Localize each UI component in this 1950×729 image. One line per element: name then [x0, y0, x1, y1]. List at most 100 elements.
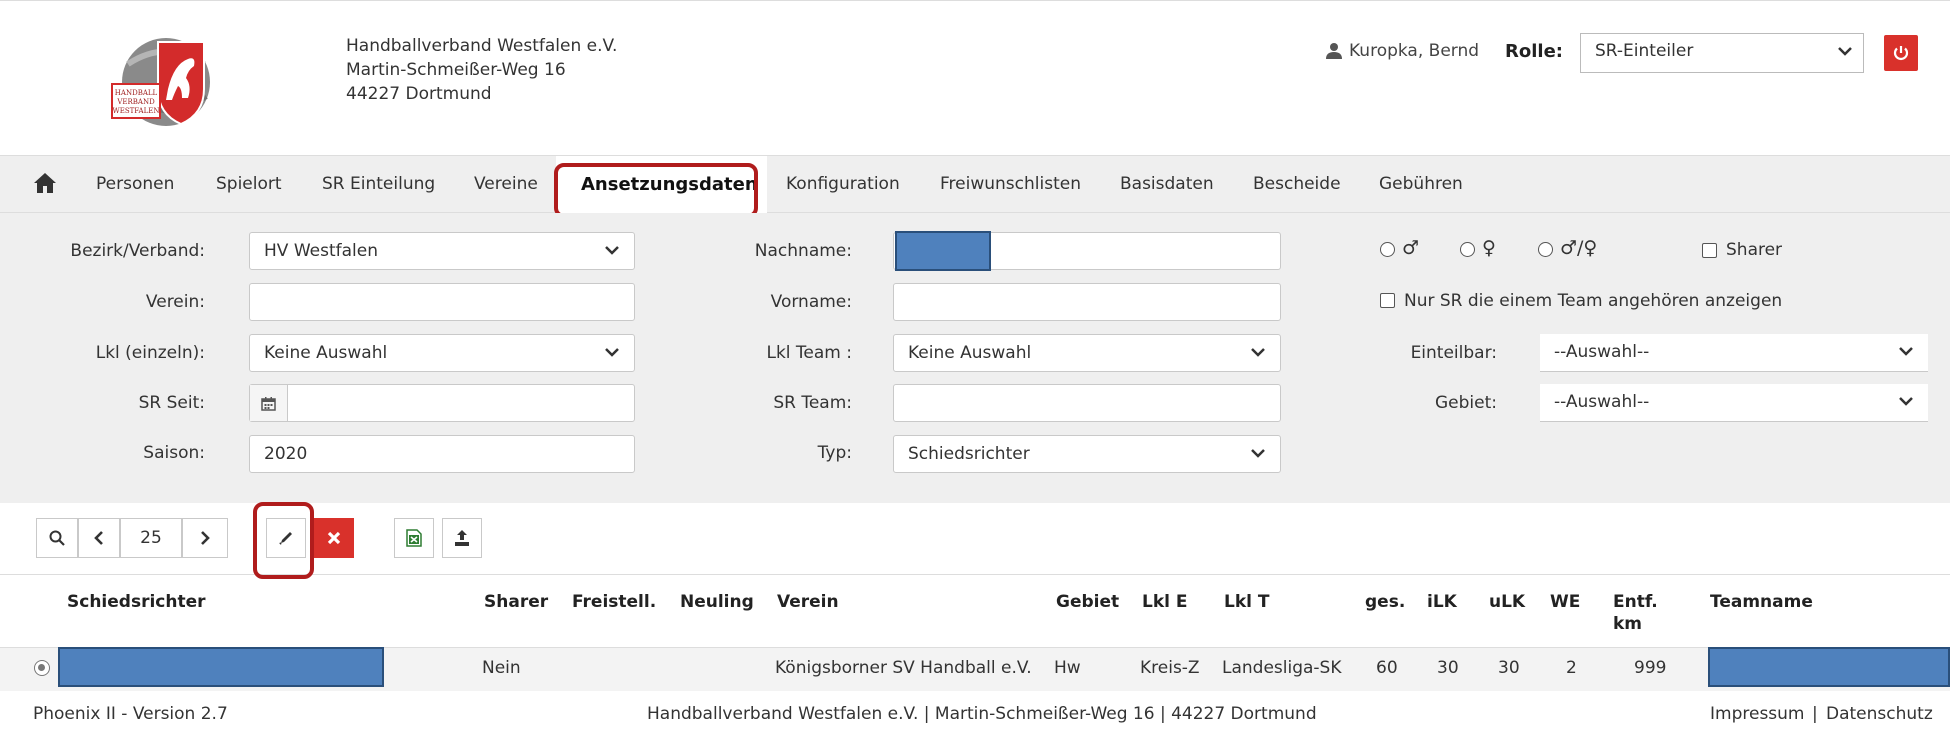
redacted-nachname [895, 231, 991, 271]
nur-sr-team-checkbox[interactable] [1380, 293, 1395, 308]
sr-seit-input[interactable] [249, 384, 635, 422]
redacted-teamname [1708, 647, 1950, 687]
verband-logo: HANDBALL VERBAND WESTFALEN [111, 38, 210, 126]
main-nav: Personen Spielort SR Einteilung Vereine … [0, 155, 1950, 214]
chevron-down-icon [1251, 348, 1265, 357]
einteilbar-select[interactable]: --Auswahl-- [1540, 334, 1928, 372]
saison-input[interactable]: 2020 [249, 435, 635, 473]
prev-page-button[interactable] [78, 518, 120, 558]
lkl-einzeln-select[interactable]: Keine Auswahl [249, 334, 635, 372]
female-symbol: ♀ [1482, 237, 1496, 259]
col-header-ges[interactable]: ges. [1365, 591, 1405, 613]
gebiet-select-value: --Auswahl-- [1554, 392, 1650, 412]
lkl-team-label: Lkl Team : [766, 343, 852, 363]
cell-ulk: 30 [1498, 658, 1520, 678]
nav-item-ansetzungsdaten[interactable]: Ansetzungsdaten [581, 174, 758, 195]
power-icon [1893, 46, 1909, 60]
nav-item-basisdaten[interactable]: Basisdaten [1120, 174, 1214, 194]
logo-line-3: WESTFALEN [113, 107, 160, 115]
search-icon [49, 530, 65, 546]
nav-item-sr-einteilung[interactable]: SR Einteilung [322, 174, 435, 194]
gebiet-label: Gebiet: [1435, 393, 1497, 413]
lkl-team-select[interactable]: Keine Auswahl [893, 334, 1281, 372]
org-street: Martin-Schmeißer-Weg 16 [346, 60, 566, 80]
org-name: Handballverband Westfalen e.V. [346, 36, 618, 56]
gender-radio-female[interactable] [1460, 242, 1475, 257]
logo-line-1: HANDBALL [115, 89, 158, 97]
both-gender-symbol: ♂/♀ [1560, 237, 1598, 259]
col-header-we[interactable]: WE [1550, 591, 1580, 613]
col-header-ulk[interactable]: uLK [1489, 591, 1525, 613]
nav-item-bescheide[interactable]: Bescheide [1253, 174, 1341, 194]
col-header-teamname[interactable]: Teamname [1710, 591, 1813, 613]
upload-icon [455, 530, 469, 546]
user-info[interactable]: Kuropka, Bernd [1325, 41, 1479, 61]
chevron-down-icon [605, 246, 619, 255]
delete-button[interactable] [314, 518, 354, 558]
bezirk-select[interactable]: HV Westfalen [249, 232, 635, 270]
gender-radio-male[interactable] [1380, 242, 1395, 257]
sr-seit-label: SR Seit: [138, 393, 205, 413]
page-size-value: 25 [140, 528, 162, 548]
nav-item-spielort[interactable]: Spielort [216, 174, 282, 194]
user-icon [1326, 43, 1342, 59]
chevron-down-icon [605, 348, 619, 357]
col-header-entf[interactable]: Entf. km [1613, 591, 1658, 635]
verein-input[interactable] [249, 283, 635, 321]
logout-button[interactable] [1884, 35, 1918, 71]
row-select-radio[interactable] [34, 660, 50, 676]
home-icon[interactable] [33, 171, 57, 195]
impressum-link[interactable]: Impressum [1710, 704, 1805, 724]
col-header-ilk[interactable]: iLK [1427, 591, 1457, 613]
role-select[interactable]: SR-Einteiler [1580, 33, 1864, 73]
col-header-neuling[interactable]: Neuling [680, 591, 754, 613]
col-header-schiedsrichter[interactable]: Schiedsrichter [67, 591, 206, 613]
saison-input-value: 2020 [264, 444, 308, 464]
chevron-down-icon [1899, 397, 1913, 406]
datenschutz-link[interactable]: Datenschutz [1826, 704, 1933, 724]
nav-item-gebuehren[interactable]: Gebühren [1379, 174, 1463, 194]
col-header-lkl-e[interactable]: Lkl E [1142, 591, 1188, 613]
chevron-down-icon [1251, 449, 1265, 458]
col-header-gebiet[interactable]: Gebiet [1056, 591, 1119, 613]
nav-item-konfiguration[interactable]: Konfiguration [786, 174, 900, 194]
app-frame: HANDBALL VERBAND WESTFALEN Handballverba… [0, 0, 1950, 729]
import-button[interactable] [442, 518, 482, 558]
edit-button[interactable] [266, 518, 306, 558]
nav-item-vereine[interactable]: Vereine [474, 174, 538, 194]
typ-select[interactable]: Schiedsrichter [893, 435, 1281, 473]
col-header-entf-line2: km [1613, 614, 1643, 634]
calendar-button[interactable] [250, 385, 288, 421]
sharer-checkbox[interactable] [1702, 243, 1717, 258]
einteilbar-label: Einteilbar: [1410, 343, 1497, 363]
nav-item-personen[interactable]: Personen [96, 174, 174, 194]
typ-label: Typ: [817, 443, 852, 463]
role-select-value: SR-Einteiler [1595, 41, 1694, 61]
col-header-lkl-t[interactable]: Lkl T [1224, 591, 1269, 613]
nav-item-freiwunschlisten[interactable]: Freiwunschlisten [940, 174, 1081, 194]
saison-label: Saison: [143, 443, 205, 463]
chevron-down-icon [1899, 347, 1913, 356]
next-page-button[interactable] [182, 518, 228, 558]
col-header-sharer[interactable]: Sharer [484, 591, 548, 613]
male-symbol: ♂ [1402, 237, 1420, 259]
user-name: Kuropka, Bernd [1349, 41, 1480, 61]
excel-export-button[interactable] [394, 518, 434, 558]
footer-address: Handballverband Westfalen e.V. | Martin-… [647, 704, 1317, 724]
org-address: Handballverband Westfalen e.V. Martin-Sc… [346, 34, 617, 106]
col-header-verein[interactable]: Verein [777, 591, 839, 613]
typ-select-value: Schiedsrichter [908, 444, 1030, 464]
chevron-down-icon [1838, 47, 1852, 56]
col-header-entf-line1: Entf. [1613, 592, 1658, 612]
close-icon [327, 531, 341, 545]
cell-gebiet: Hw [1054, 658, 1081, 678]
cell-lkl-e: Kreis-Z [1140, 658, 1200, 678]
vorname-input[interactable] [893, 283, 1281, 321]
gebiet-select[interactable]: --Auswahl-- [1540, 384, 1928, 422]
page-size-input[interactable]: 25 [120, 518, 182, 558]
col-header-freistell[interactable]: Freistell. [572, 591, 656, 613]
gender-radio-both[interactable] [1538, 242, 1553, 257]
search-button[interactable] [36, 518, 78, 558]
sr-team-input[interactable] [893, 384, 1281, 422]
einteilbar-select-value: --Auswahl-- [1554, 342, 1650, 362]
